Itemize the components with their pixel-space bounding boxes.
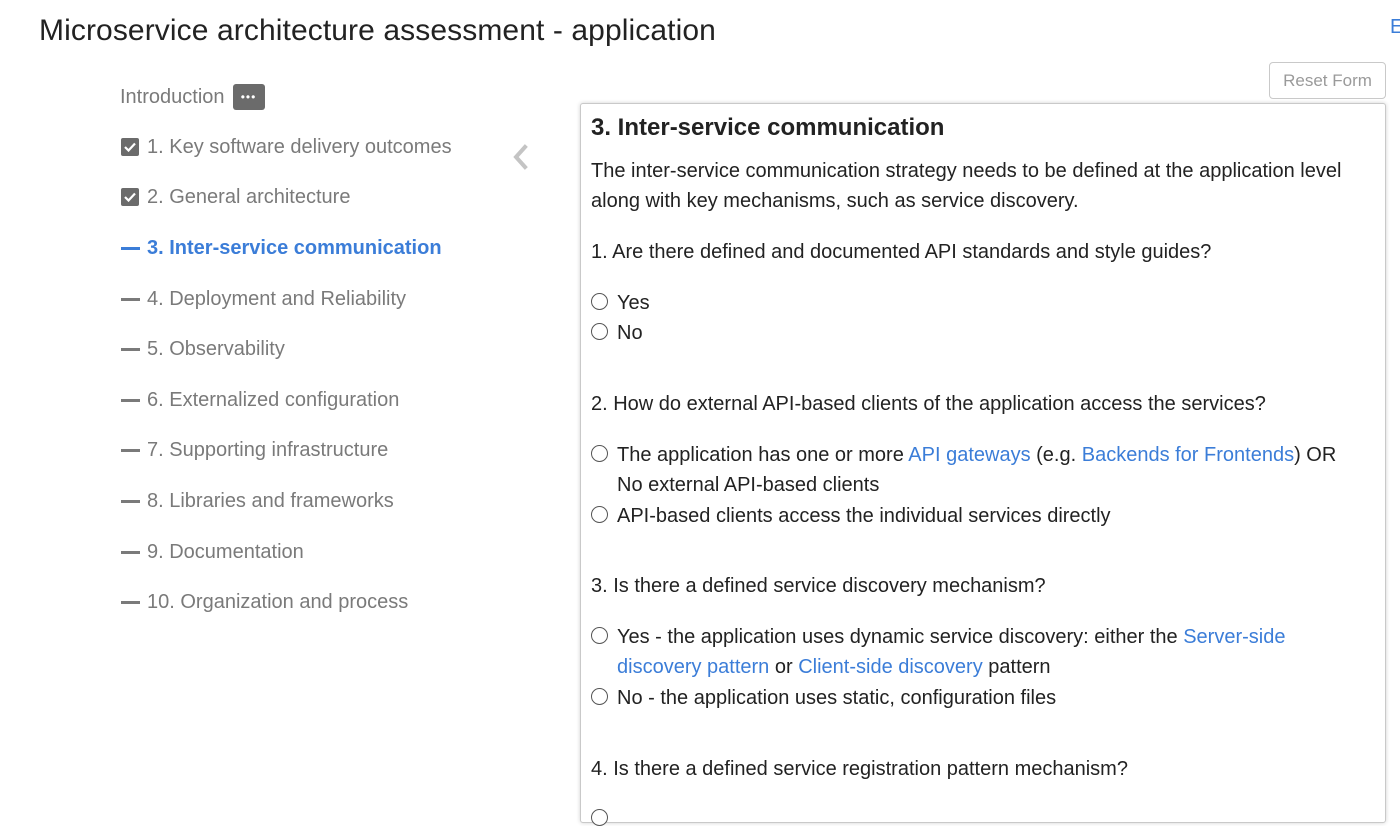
dash-icon [121, 448, 140, 452]
radio-button[interactable] [591, 293, 608, 310]
radio-button[interactable] [591, 688, 608, 705]
nav-item-organization-and-process[interactable]: 10. Organization and process [120, 577, 408, 627]
nav-item-label: 9. Documentation [147, 540, 304, 563]
nav-item-inter-service-communication[interactable]: 3. Inter-service communication [120, 223, 442, 273]
radio-button[interactable] [591, 506, 608, 523]
option-label: No [617, 322, 643, 344]
dash-icon [121, 297, 140, 301]
dash-icon [121, 499, 140, 503]
nav-item-label: 1. Key software delivery outcomes [147, 135, 452, 158]
dash-icon [121, 600, 140, 604]
client-side-discovery-link[interactable]: Client-side discovery [798, 656, 983, 678]
checkbox-checked-icon [121, 188, 139, 206]
radio-button[interactable] [591, 627, 608, 644]
option-label: Yes - the application uses dynamic servi… [617, 622, 1285, 682]
introduction-label: Introduction [120, 85, 225, 108]
nav-item-label: 10. Organization and process [147, 590, 409, 613]
question-3-text: 3. Is there a defined service discovery … [591, 575, 1046, 597]
option-text: No external API-based clients [617, 474, 880, 496]
option-label: API-based clients access the individual … [617, 505, 1111, 527]
nav-item-label: 3. Inter-service communication [147, 236, 442, 259]
description-line: The inter-service communication strategy… [591, 160, 1342, 182]
q4-option-partial[interactable] [591, 804, 608, 826]
q1-option-yes[interactable]: Yes [591, 288, 650, 318]
nav-item-label: 8. Libraries and frameworks [147, 489, 394, 512]
question-1-text: 1. Are there defined and documented API … [591, 241, 1212, 263]
nav-item-general-architecture[interactable]: 2. General architecture [120, 172, 350, 222]
checkbox-checked-icon [121, 138, 139, 156]
dash-icon [121, 550, 140, 554]
q3-option-dynamic-discovery[interactable]: Yes - the application uses dynamic servi… [591, 622, 1285, 682]
nav-item-label: 7. Supporting infrastructure [147, 438, 389, 461]
option-text: (e.g. [1030, 444, 1082, 466]
section-description: The inter-service communication strategy… [591, 156, 1341, 216]
option-label: No - the application uses static, config… [617, 687, 1057, 709]
option-text: Yes - the application uses dynamic servi… [617, 626, 1184, 648]
radio-button[interactable] [591, 809, 608, 826]
option-label: The application has one or more API gate… [617, 440, 1336, 500]
q2-option-api-gateways[interactable]: The application has one or more API gate… [591, 440, 1336, 500]
question-panel: 3. Inter-service communication The inter… [580, 103, 1386, 826]
radio-button[interactable] [591, 445, 608, 462]
nav-item-deployment-and-reliability[interactable]: 4. Deployment and Reliability [120, 274, 406, 324]
section-title: 3. Inter-service communication [591, 114, 945, 141]
page-title: Microservice architecture assessment - a… [39, 14, 716, 47]
nav-item-label: 6. Externalized configuration [147, 388, 400, 411]
question-2-text: 2. How do external API-based clients of … [591, 393, 1266, 415]
nav-item-externalized-configuration[interactable]: 6. Externalized configuration [120, 375, 399, 425]
nav-item-label: 4. Deployment and Reliability [147, 287, 407, 310]
backends-for-frontends-link[interactable]: Backends for Frontends [1082, 444, 1294, 466]
server-side-discovery-link[interactable]: Server-side [1183, 626, 1285, 648]
server-side-discovery-link-cont[interactable]: discovery pattern [617, 656, 769, 678]
api-gateways-link[interactable]: API gateways [908, 444, 1030, 466]
nav-item-key-software-delivery-outcomes[interactable]: 1. Key software delivery outcomes [120, 122, 452, 172]
description-line: along with key mechanisms, such as servi… [591, 190, 1079, 212]
nav-item-libraries-and-frameworks[interactable]: 8. Libraries and frameworks [120, 476, 394, 526]
q1-option-no[interactable]: No [591, 318, 643, 348]
collapse-sidebar-chevron-left-icon[interactable] [510, 143, 532, 171]
reset-form-button[interactable]: Reset Form [1269, 62, 1386, 99]
option-text: The application has one or more [617, 444, 909, 466]
option-label: Yes [617, 292, 650, 314]
radio-button[interactable] [591, 323, 608, 340]
edge-link[interactable]: E [1390, 16, 1400, 39]
question-4-text: 4. Is there a defined service registrati… [591, 758, 1128, 780]
nav-item-supporting-infrastructure[interactable]: 7. Supporting infrastructure [120, 425, 388, 475]
dash-icon [121, 246, 140, 250]
option-text: or [769, 656, 799, 678]
q3-option-static-config[interactable]: No - the application uses static, config… [591, 683, 1056, 713]
sidebar-introduction[interactable]: Introduction ••• [120, 84, 265, 110]
q2-option-direct-access[interactable]: API-based clients access the individual … [591, 501, 1111, 531]
more-options-button[interactable]: ••• [232, 84, 265, 110]
option-text: pattern [982, 656, 1051, 678]
option-text: ) OR [1294, 444, 1337, 466]
nav-item-observability[interactable]: 5. Observability [120, 324, 285, 374]
nav-item-documentation[interactable]: 9. Documentation [120, 527, 304, 577]
nav-item-label: 2. General architecture [147, 185, 351, 208]
nav-item-label: 5. Observability [147, 337, 285, 360]
dash-icon [121, 347, 140, 351]
dash-icon [121, 398, 140, 402]
